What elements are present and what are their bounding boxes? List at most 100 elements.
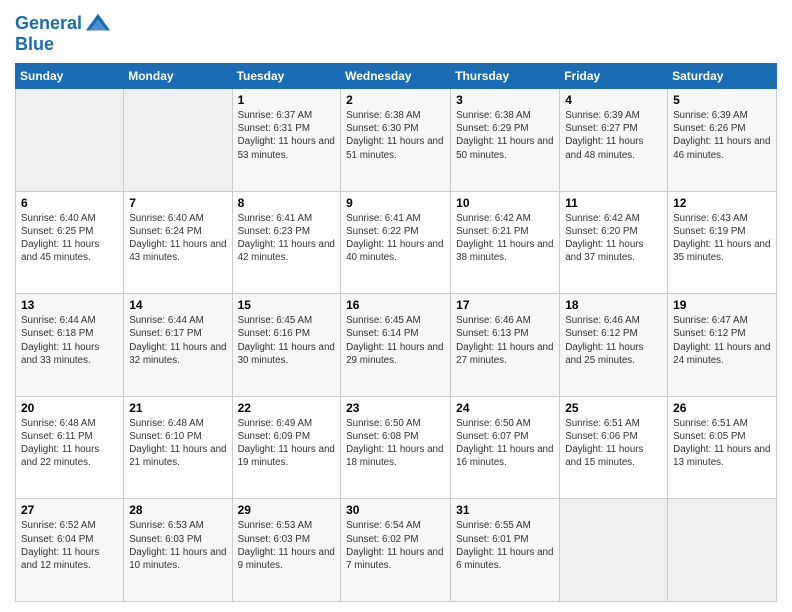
table-row [124, 89, 232, 192]
day-number: 11 [565, 196, 662, 210]
day-number: 15 [238, 298, 336, 312]
day-number: 8 [238, 196, 336, 210]
col-thursday: Thursday [451, 64, 560, 89]
logo-text: General [15, 14, 82, 34]
day-content: Sunrise: 6:49 AM Sunset: 6:09 PM Dayligh… [238, 417, 336, 470]
day-content: Sunrise: 6:45 AM Sunset: 6:14 PM Dayligh… [346, 314, 445, 367]
day-number: 7 [129, 196, 226, 210]
table-row: 30Sunrise: 6:54 AM Sunset: 6:02 PM Dayli… [341, 499, 451, 602]
day-content: Sunrise: 6:53 AM Sunset: 6:03 PM Dayligh… [129, 519, 226, 572]
day-number: 12 [673, 196, 771, 210]
day-content: Sunrise: 6:52 AM Sunset: 6:04 PM Dayligh… [21, 519, 118, 572]
day-number: 31 [456, 503, 554, 517]
table-row: 20 Sunrise: 6:48 AM Sunset: 6:11 PM Dayli… [16, 396, 124, 499]
day-content: Sunrise: 6:39 AM Sunset: 6:27 PM Dayligh… [565, 109, 662, 162]
table-row: 24 Sunrise: 6:50 AM Sunset: 6:07 PM Dayli… [451, 396, 560, 499]
day-number: 6 [21, 196, 118, 210]
day-content: Sunrise: 6:39 AM Sunset: 6:26 PM Dayligh… [673, 109, 771, 162]
day-content: Sunrise: 6:51 AM Sunset: 6:06 PM Dayligh… [565, 417, 662, 470]
calendar-week-row: 6 Sunrise: 6:40 AM Sunset: 6:25 PM Daylig… [16, 191, 777, 294]
calendar-week-row: 27 Sunrise: 6:52 AM Sunset: 6:04 PM Dayli… [16, 499, 777, 602]
day-content: Sunrise: 6:42 AM Sunset: 6:20 PM Dayligh… [565, 212, 662, 265]
day-number: 26 [673, 401, 771, 415]
day-number: 17 [456, 298, 554, 312]
page: General Blue Sunday Monday Tuesday We [0, 0, 792, 612]
calendar-week-row: 13 Sunrise: 6:44 AM Sunset: 6:18 PM Dayli… [16, 294, 777, 397]
day-number: 18 [565, 298, 662, 312]
day-number: 23 [346, 401, 445, 415]
col-sunday: Sunday [16, 64, 124, 89]
table-row: 14 Sunrise: 6:44 AM Sunset: 6:17 PM Dayli… [124, 294, 232, 397]
day-number: 27 [21, 503, 118, 517]
day-content: Sunrise: 6:48 AM Sunset: 6:11 PM Dayligh… [21, 417, 118, 470]
day-content: Sunrise: 6:55 AM Sunset: 6:01 PM Dayligh… [456, 519, 554, 572]
day-number: 4 [565, 93, 662, 107]
day-content: Sunrise: 6:44 AM Sunset: 6:18 PM Dayligh… [21, 314, 118, 367]
table-row: 28 Sunrise: 6:53 AM Sunset: 6:03 PM Dayli… [124, 499, 232, 602]
day-number: 5 [673, 93, 771, 107]
day-content: Sunrise: 6:44 AM Sunset: 6:17 PM Dayligh… [129, 314, 226, 367]
day-number: 20 [21, 401, 118, 415]
day-content: Sunrise: 6:41 AM Sunset: 6:22 PM Dayligh… [346, 212, 445, 265]
day-content: Sunrise: 6:40 AM Sunset: 6:25 PM Dayligh… [21, 212, 118, 265]
day-content: Sunrise: 6:40 AM Sunset: 6:24 PM Dayligh… [129, 212, 226, 265]
table-row: 9 Sunrise: 6:41 AM Sunset: 6:22 PM Daylig… [341, 191, 451, 294]
day-number: 3 [456, 93, 554, 107]
table-row: 1Sunrise: 6:37 AM Sunset: 6:31 PM Daylig… [232, 89, 341, 192]
table-row: 7 Sunrise: 6:40 AM Sunset: 6:24 PM Daylig… [124, 191, 232, 294]
col-friday: Friday [560, 64, 668, 89]
table-row: 15 Sunrise: 6:45 AM Sunset: 6:16 PM Dayli… [232, 294, 341, 397]
table-row: 19 Sunrise: 6:47 AM Sunset: 6:12 PM Dayli… [668, 294, 777, 397]
col-saturday: Saturday [668, 64, 777, 89]
day-number: 21 [129, 401, 226, 415]
day-number: 22 [238, 401, 336, 415]
table-row: 17Sunrise: 6:46 AM Sunset: 6:13 PM Dayli… [451, 294, 560, 397]
table-row: 31 Sunrise: 6:55 AM Sunset: 6:01 PM Dayli… [451, 499, 560, 602]
calendar-header-row: Sunday Monday Tuesday Wednesday Thursday… [16, 64, 777, 89]
calendar-week-row: 1Sunrise: 6:37 AM Sunset: 6:31 PM Daylig… [16, 89, 777, 192]
header: General Blue [15, 10, 777, 55]
table-row: 29 Sunrise: 6:53 AM Sunset: 6:03 PM Dayli… [232, 499, 341, 602]
table-row: 10 Sunrise: 6:42 AM Sunset: 6:21 PM Dayli… [451, 191, 560, 294]
table-row: 23Sunrise: 6:50 AM Sunset: 6:08 PM Dayli… [341, 396, 451, 499]
day-number: 28 [129, 503, 226, 517]
day-number: 14 [129, 298, 226, 312]
day-content: Sunrise: 6:45 AM Sunset: 6:16 PM Dayligh… [238, 314, 336, 367]
day-content: Sunrise: 6:41 AM Sunset: 6:23 PM Dayligh… [238, 212, 336, 265]
day-number: 13 [21, 298, 118, 312]
day-content: Sunrise: 6:38 AM Sunset: 6:29 PM Dayligh… [456, 109, 554, 162]
table-row: 18 Sunrise: 6:46 AM Sunset: 6:12 PM Dayli… [560, 294, 668, 397]
day-number: 19 [673, 298, 771, 312]
day-content: Sunrise: 6:48 AM Sunset: 6:10 PM Dayligh… [129, 417, 226, 470]
table-row [668, 499, 777, 602]
table-row: 4 Sunrise: 6:39 AM Sunset: 6:27 PM Daylig… [560, 89, 668, 192]
col-wednesday: Wednesday [341, 64, 451, 89]
day-number: 29 [238, 503, 336, 517]
day-number: 9 [346, 196, 445, 210]
day-content: Sunrise: 6:46 AM Sunset: 6:12 PM Dayligh… [565, 314, 662, 367]
table-row: 3 Sunrise: 6:38 AM Sunset: 6:29 PM Daylig… [451, 89, 560, 192]
day-content: Sunrise: 6:43 AM Sunset: 6:19 PM Dayligh… [673, 212, 771, 265]
table-row: 27 Sunrise: 6:52 AM Sunset: 6:04 PM Dayli… [16, 499, 124, 602]
day-content: Sunrise: 6:42 AM Sunset: 6:21 PM Dayligh… [456, 212, 554, 265]
col-monday: Monday [124, 64, 232, 89]
logo: General Blue [15, 10, 112, 55]
table-row: 22 Sunrise: 6:49 AM Sunset: 6:09 PM Dayli… [232, 396, 341, 499]
day-number: 25 [565, 401, 662, 415]
table-row: 12 Sunrise: 6:43 AM Sunset: 6:19 PM Dayli… [668, 191, 777, 294]
table-row: 2Sunrise: 6:38 AM Sunset: 6:30 PM Daylig… [341, 89, 451, 192]
day-content: Sunrise: 6:53 AM Sunset: 6:03 PM Dayligh… [238, 519, 336, 572]
table-row: 13 Sunrise: 6:44 AM Sunset: 6:18 PM Dayli… [16, 294, 124, 397]
day-content: Sunrise: 6:54 AM Sunset: 6:02 PM Dayligh… [346, 519, 445, 572]
day-number: 10 [456, 196, 554, 210]
day-content: Sunrise: 6:51 AM Sunset: 6:05 PM Dayligh… [673, 417, 771, 470]
day-number: 1 [238, 93, 336, 107]
day-content: Sunrise: 6:50 AM Sunset: 6:07 PM Dayligh… [456, 417, 554, 470]
day-number: 24 [456, 401, 554, 415]
table-row [16, 89, 124, 192]
day-content: Sunrise: 6:47 AM Sunset: 6:12 PM Dayligh… [673, 314, 771, 367]
table-row [560, 499, 668, 602]
table-row: 25 Sunrise: 6:51 AM Sunset: 6:06 PM Dayli… [560, 396, 668, 499]
table-row: 11 Sunrise: 6:42 AM Sunset: 6:20 PM Dayli… [560, 191, 668, 294]
day-content: Sunrise: 6:38 AM Sunset: 6:30 PM Dayligh… [346, 109, 445, 162]
